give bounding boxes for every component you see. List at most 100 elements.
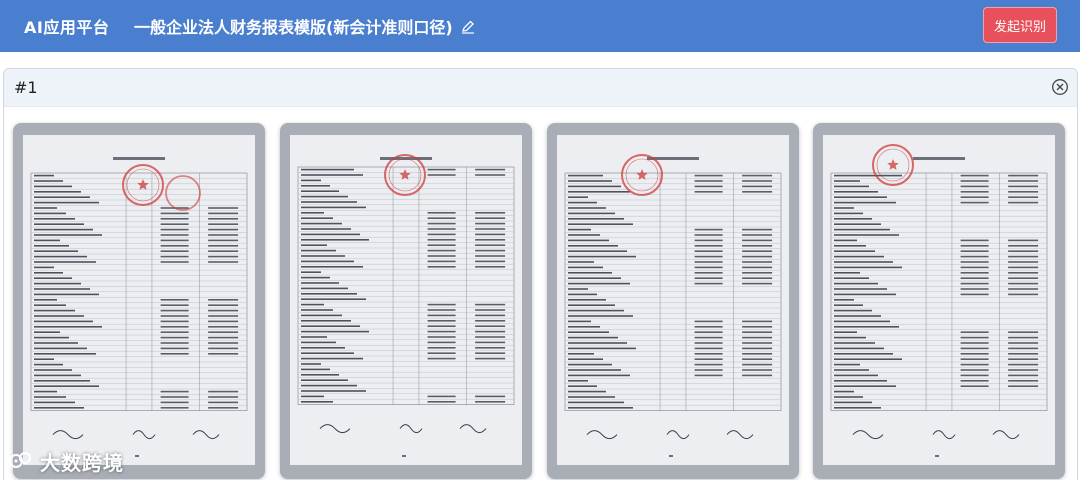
row-text <box>34 239 60 242</box>
row-value <box>960 380 989 382</box>
row-value <box>160 250 189 252</box>
row-text <box>834 239 857 242</box>
row-value <box>475 395 506 398</box>
row-text <box>301 293 357 295</box>
row-value <box>1008 201 1039 204</box>
row-text <box>301 309 333 311</box>
row-text <box>568 326 600 328</box>
row-value <box>742 282 773 285</box>
row-value <box>694 363 723 366</box>
row-value <box>427 168 456 171</box>
row-text <box>834 212 863 215</box>
row-text <box>834 255 884 258</box>
row-value <box>160 331 189 333</box>
row-text <box>568 223 633 225</box>
row-value <box>160 245 189 247</box>
row-text <box>568 196 588 198</box>
row-value <box>960 185 989 188</box>
row-text <box>34 315 84 317</box>
row-text <box>834 245 866 247</box>
row-value <box>694 272 723 274</box>
row-text <box>568 299 606 301</box>
row-text <box>301 244 327 246</box>
row-text <box>834 342 875 344</box>
app-name[interactable]: AI应用平台 <box>24 14 109 38</box>
start-recognition-button[interactable]: 发起识别 <box>983 7 1057 43</box>
row-text <box>301 174 363 176</box>
row-text <box>834 374 878 377</box>
row-text <box>568 320 591 323</box>
page-number-mark <box>935 455 939 457</box>
watermark: 大数跨境 <box>8 446 124 476</box>
row-text <box>34 201 99 204</box>
row-value <box>694 331 723 333</box>
row-text <box>834 336 866 339</box>
row-value <box>960 255 989 258</box>
row-text <box>301 276 330 279</box>
row-text <box>34 255 87 258</box>
row-text <box>301 368 330 371</box>
row-text <box>834 282 878 285</box>
row-text <box>34 396 66 398</box>
close-icon[interactable] <box>1051 78 1069 96</box>
row-value <box>694 228 723 231</box>
row-value <box>1008 347 1039 350</box>
row-text <box>34 369 72 371</box>
row-text <box>34 261 96 263</box>
row-value <box>160 223 189 225</box>
row-value <box>475 314 506 317</box>
row-value <box>694 374 723 377</box>
row-text <box>568 358 603 360</box>
row-value <box>427 239 456 241</box>
row-value <box>208 299 239 301</box>
row-value <box>475 309 506 311</box>
row-text <box>34 390 57 393</box>
row-value <box>960 282 989 285</box>
template-title: 一般企业法人财务报表模版(新会计准则口径) <box>134 14 475 38</box>
document-thumbnail-4[interactable] <box>813 123 1065 479</box>
row-value <box>208 342 239 344</box>
row-value <box>960 272 989 274</box>
row-value <box>475 233 506 236</box>
row-text <box>34 336 69 339</box>
row-text <box>34 385 99 387</box>
row-value <box>742 277 773 279</box>
row-text <box>301 352 354 354</box>
row-value <box>427 217 456 219</box>
row-text <box>301 379 348 381</box>
document-thumbnail-2[interactable] <box>280 123 532 479</box>
row-value <box>1008 196 1039 198</box>
row-value <box>427 320 456 322</box>
row-text <box>301 255 345 257</box>
page-paper <box>823 135 1055 465</box>
row-text <box>568 347 636 350</box>
row-value <box>960 331 989 333</box>
row-text <box>834 315 881 317</box>
row-value <box>960 293 989 296</box>
row-value <box>960 261 989 263</box>
recognition-result-panel: #1 <box>3 68 1078 480</box>
row-value <box>160 239 189 242</box>
row-text <box>301 347 345 349</box>
row-value <box>160 390 189 393</box>
row-value <box>694 234 723 236</box>
row-value <box>475 228 506 230</box>
row-text <box>301 217 333 219</box>
row-value <box>208 407 239 409</box>
row-text <box>568 369 621 371</box>
row-text <box>301 260 354 263</box>
row-text <box>834 401 872 404</box>
row-value <box>1008 174 1039 177</box>
row-value <box>742 250 773 252</box>
document-thumbnail-1[interactable] <box>13 123 265 479</box>
edit-icon[interactable] <box>461 19 475 34</box>
row-value <box>694 255 723 258</box>
row-text <box>34 245 69 247</box>
row-value <box>208 309 239 312</box>
row-text <box>834 396 863 398</box>
panel-title: #1 <box>14 78 38 97</box>
row-value <box>742 347 773 350</box>
document-thumbnail-3[interactable] <box>547 123 799 479</box>
row-value <box>475 352 506 354</box>
row-text <box>34 320 93 323</box>
